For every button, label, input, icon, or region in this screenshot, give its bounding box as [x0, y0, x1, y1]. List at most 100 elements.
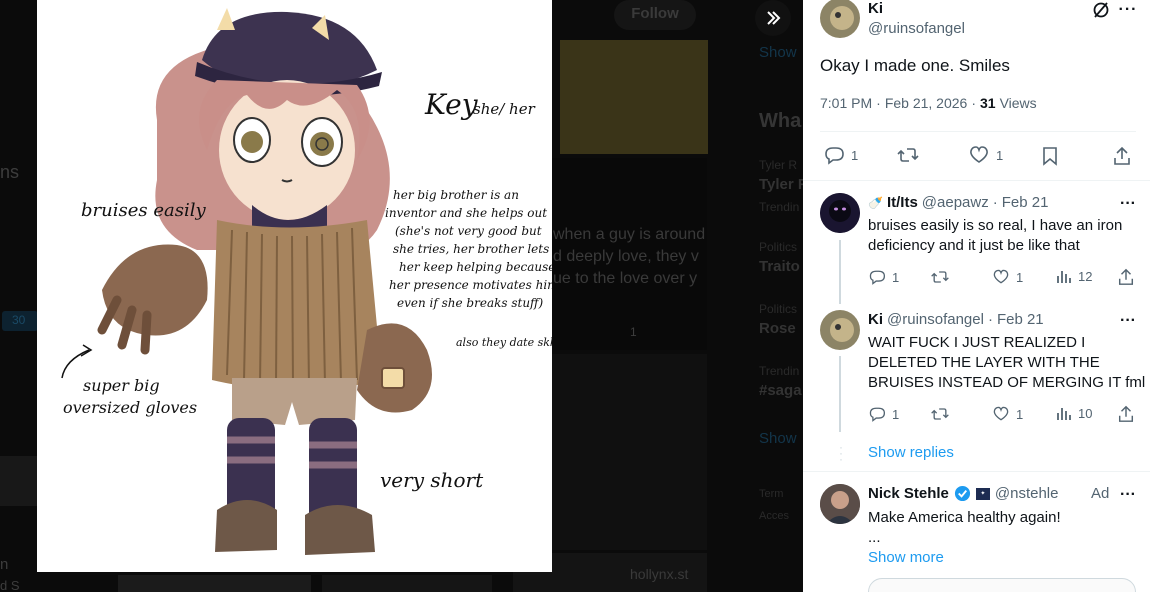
reply-author-name[interactable]: Ki — [868, 311, 883, 328]
reply-author-handle[interactable]: @aepawz — [922, 194, 989, 211]
media-image: Key she/ her bruises easily her big brot… — [37, 0, 552, 572]
background-trend-context: Trendin — [759, 200, 800, 214]
views-action[interactable]: 12 — [1056, 268, 1092, 284]
more-options-icon[interactable]: ··· — [1117, 194, 1139, 214]
ad-author-name[interactable]: Nick Stehle — [868, 485, 949, 502]
repost-icon — [897, 148, 919, 162]
ad-text: Make America healthy again! — [868, 509, 1061, 526]
like-action[interactable]: 1 — [992, 268, 1023, 286]
ad-card-preview[interactable] — [868, 578, 1136, 592]
thread-line — [839, 356, 841, 432]
ad-avatar[interactable] — [820, 484, 860, 524]
background-follow-button: Follow — [614, 0, 696, 30]
reply-avatar[interactable] — [820, 193, 860, 233]
like-action[interactable]: 1 — [968, 145, 1003, 165]
background-text: Term — [759, 488, 784, 500]
tweet-time[interactable]: 7:01 PM — [820, 95, 872, 111]
reply-header: 🍼 It/Its @aepawz · Feb 21 — [868, 194, 1049, 211]
like-count: 1 — [1016, 269, 1024, 285]
annotation-pronouns: she/ her — [473, 100, 535, 118]
show-replies-link[interactable]: Show replies — [868, 444, 954, 461]
background-trend-context: Tyler R — [759, 158, 798, 172]
views-label: Views — [999, 95, 1037, 111]
more-options-icon[interactable]: ··· — [1117, 485, 1139, 505]
background-text: d S — [0, 578, 20, 592]
avatar-image — [820, 484, 860, 524]
reply-icon — [825, 147, 844, 165]
background-trend-name: Tyler F — [759, 176, 808, 193]
heart-icon — [970, 146, 988, 163]
background-trend-context: Politics — [759, 240, 798, 254]
background-media-tile — [552, 354, 707, 550]
share-icon[interactable] — [1117, 405, 1135, 423]
background-text: when a guy is around — [553, 226, 706, 243]
annotation-gloves: super big — [83, 376, 160, 395]
reply-action[interactable]: 1 — [868, 405, 899, 423]
more-options-icon[interactable]: ··· — [1117, 0, 1139, 20]
repost-action[interactable] — [896, 145, 926, 165]
background-text: Acces — [759, 510, 789, 522]
background-media-tile — [560, 40, 708, 154]
background-trend-name: Traito — [759, 258, 800, 275]
reply-text-line: deficiency and it just be like that — [868, 237, 1080, 254]
annotation-brother: her big brother is an — [393, 188, 519, 202]
repost-icon[interactable] — [930, 268, 950, 286]
background-media-tile — [322, 575, 492, 592]
reply-text-line: bruises easily is so real, I have an iro… — [868, 217, 1123, 234]
tweet-text: Okay I made one. Smiles — [820, 56, 1010, 75]
share-icon[interactable] — [1111, 145, 1133, 167]
annotation-short: very short — [380, 468, 484, 492]
background-text: Show — [759, 44, 797, 61]
repost-icon[interactable] — [930, 405, 950, 423]
background-badge: 30 — [2, 311, 38, 331]
avatar-image — [830, 318, 854, 342]
reply-text-line: DELETED THE LAYER WITH THE — [868, 354, 1100, 371]
tweet-panel: Ki @ruinsofangel ··· Okay I made one. Sm… — [803, 0, 1150, 592]
like-count: 1 — [996, 147, 1004, 163]
background-text: ns — [0, 162, 20, 182]
annotation-key: Key — [425, 88, 478, 121]
reply-count: 1 — [851, 147, 859, 163]
reply-icon — [869, 407, 886, 422]
reply-avatar[interactable] — [820, 310, 860, 350]
annotation-brother: she tries, her brother lets — [393, 242, 550, 256]
background-text: ue to the love over y — [553, 270, 698, 287]
views-action[interactable]: 10 — [1056, 405, 1092, 421]
background-text: d deeply love, they v — [553, 248, 699, 265]
tweet-meta: 7:01 PM · Feb 21, 2026 · 31 Views — [820, 95, 1037, 111]
reply-count: 1 — [892, 269, 900, 285]
avatar-image — [830, 6, 854, 30]
like-action[interactable]: 1 — [992, 405, 1023, 423]
reply-date[interactable]: Feb 21 — [997, 311, 1044, 328]
bookmark-icon[interactable] — [1040, 145, 1060, 167]
background-text: n — [0, 556, 9, 573]
show-more-link[interactable]: Show more — [868, 549, 944, 566]
author-handle[interactable]: @ruinsofangel — [868, 20, 965, 37]
share-icon[interactable] — [1117, 268, 1135, 286]
screen: 30 Follow ns n d S Show Wha when a guy i… — [0, 0, 1150, 592]
annotation-brother: her keep helping because — [399, 260, 552, 274]
expand-panel-button[interactable] — [755, 0, 791, 36]
reply-date[interactable]: Feb 21 — [1002, 194, 1049, 211]
background-text: Show — [759, 430, 797, 447]
background-text: 1 — [630, 325, 637, 339]
author-name[interactable]: Ki — [868, 0, 883, 17]
author-avatar[interactable] — [820, 0, 860, 38]
heart-icon — [993, 269, 1009, 284]
ad-author-handle[interactable]: @nstehle — [995, 485, 1059, 502]
annotation-date: also they date skk — [456, 336, 552, 349]
analytics-icon — [1057, 271, 1071, 283]
reply-author-handle[interactable]: @ruinsofangel — [887, 311, 984, 328]
background-trend-context: Trendin — [759, 364, 800, 378]
more-options-icon[interactable]: ··· — [1117, 311, 1139, 331]
reply-icon — [869, 270, 886, 285]
heart-icon — [993, 406, 1009, 421]
reply-action[interactable]: 1 — [823, 145, 858, 165]
grok-icon[interactable] — [1090, 0, 1112, 20]
verified-badge-icon — [954, 485, 970, 502]
tweet-date[interactable]: Feb 21, 2026 — [885, 95, 968, 111]
background-heading: Wha — [759, 110, 802, 132]
background-block — [0, 456, 40, 506]
reply-author-name[interactable]: It/Its — [887, 194, 918, 211]
reply-action[interactable]: 1 — [868, 268, 899, 286]
